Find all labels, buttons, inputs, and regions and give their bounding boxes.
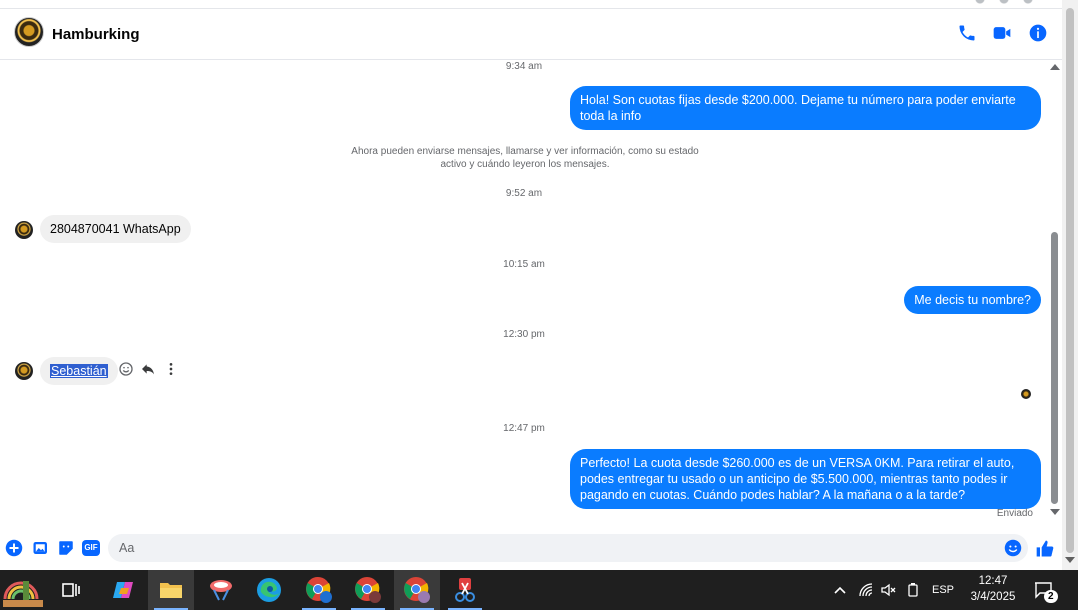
gif-button[interactable]: GIF: [82, 540, 100, 556]
incoming-message[interactable]: 2804870041 WhatsApp: [40, 215, 191, 243]
photo-icon[interactable]: [32, 539, 50, 557]
contact-name[interactable]: Hamburking: [52, 26, 140, 43]
reply-icon[interactable]: [140, 361, 156, 377]
show-hidden-icons-chevron-icon[interactable]: [832, 570, 848, 610]
language-indicator[interactable]: ESP: [932, 570, 954, 610]
snipping-app-icon[interactable]: [198, 570, 244, 610]
snipping-tool-icon[interactable]: [442, 570, 488, 610]
timestamp: 12:47 pm: [503, 423, 545, 434]
clock-date: 3/4/2025: [970, 591, 1016, 603]
chrome-profile-3-icon[interactable]: [394, 570, 440, 610]
selected-text[interactable]: Sebastián: [50, 364, 108, 378]
emoji-icon[interactable]: [1004, 539, 1022, 557]
outgoing-message[interactable]: Hola! Son cuotas fijas desde $200.000. D…: [570, 86, 1041, 130]
battery-icon[interactable]: [905, 570, 921, 610]
contact-avatar-small[interactable]: [15, 362, 33, 380]
scroll-up-arrow[interactable]: [1050, 64, 1060, 70]
sticker-icon[interactable]: [57, 539, 75, 557]
info-icon[interactable]: [1028, 23, 1048, 43]
message-input[interactable]: Aa: [108, 534, 1028, 562]
timestamp: 9:34 am: [505, 61, 543, 72]
edge-icon[interactable]: [246, 570, 292, 610]
composer-bar: GIF Aa: [0, 530, 1062, 570]
video-call-icon[interactable]: [992, 23, 1012, 43]
wifi-icon[interactable]: [858, 570, 874, 610]
timestamp: 9:52 am: [505, 188, 543, 199]
contact-avatar-small[interactable]: [15, 221, 33, 239]
react-icon[interactable]: [118, 361, 134, 377]
scroll-down-arrow[interactable]: [1050, 509, 1060, 515]
read-receipt-avatar: [1021, 389, 1031, 399]
outgoing-message[interactable]: Me decis tu nombre?: [904, 286, 1041, 314]
contact-avatar[interactable]: [14, 17, 44, 47]
clock-time: 12:47: [978, 575, 1008, 587]
delivery-status: Enviado: [996, 508, 1033, 519]
chrome-profile-1-icon[interactable]: [296, 570, 342, 610]
more-options-icon[interactable]: [163, 361, 179, 377]
incoming-message[interactable]: Sebastián: [40, 357, 118, 385]
chat-scrollbar[interactable]: [1048, 60, 1062, 530]
notifications-icon[interactable]: 2: [1034, 570, 1058, 610]
notification-count-badge: 2: [1044, 590, 1058, 603]
timestamp: 10:15 am: [503, 259, 545, 270]
plus-icon[interactable]: [5, 539, 23, 557]
page-scroll-down-arrow[interactable]: [1065, 557, 1075, 563]
copilot-icon[interactable]: [100, 570, 146, 610]
file-explorer-icon[interactable]: [148, 570, 194, 610]
clock[interactable]: 12:47 3/4/2025: [960, 573, 1026, 605]
phone-icon[interactable]: [957, 23, 977, 43]
like-icon[interactable]: [1035, 539, 1055, 559]
windows-taskbar: ESP 12:47 3/4/2025 2: [0, 570, 1078, 610]
volume-muted-icon[interactable]: [880, 570, 896, 610]
system-notice: Ahora pueden enviarse mensajes, llamarse…: [351, 146, 699, 170]
outgoing-message[interactable]: Perfecto! La cuota desde $260.000 es de …: [570, 449, 1041, 509]
window-controls[interactable]: [968, 0, 1038, 4]
message-list[interactable]: 9:34 am Hola! Son cuotas fijas desde $20…: [0, 60, 1048, 530]
scroll-thumb[interactable]: [1051, 232, 1058, 504]
timestamp: 12:30 pm: [503, 329, 545, 340]
chrome-profile-2-icon[interactable]: [345, 570, 391, 610]
page-scrollbar[interactable]: [1062, 0, 1078, 570]
page-scroll-thumb[interactable]: [1066, 8, 1074, 553]
widgets-icon[interactable]: [0, 570, 46, 610]
chat-header: Hamburking: [0, 9, 1062, 60]
browser-top-strip: [0, 0, 1078, 9]
task-view-icon[interactable]: [48, 570, 94, 610]
